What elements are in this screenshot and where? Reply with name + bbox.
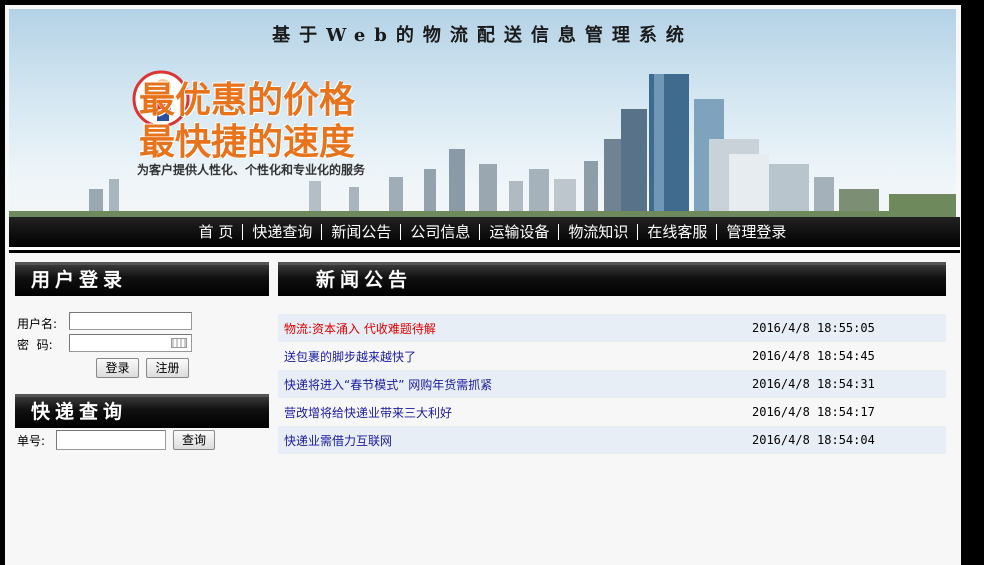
register-button[interactable]: 注册 [146,358,189,378]
news-time: 2016/4/8 18:54:17 [752,405,875,419]
express-query-heading: 快递查询 [15,394,269,428]
news-row: 营改增将给快递业带来三大利好 2016/4/8 18:54:17 [278,398,946,426]
nav-item-news[interactable]: 新闻公告 [321,224,400,240]
keyboard-icon[interactable] [171,338,187,348]
slogan-speed: 最快捷的速度 [139,122,356,163]
news-time: 2016/4/8 18:54:04 [752,433,875,447]
tracking-number-input[interactable] [56,430,166,450]
news-row: 物流:资本涌入 代收难题待解 2016/4/8 18:55:05 [278,314,946,342]
news-list: 物流:资本涌入 代收难题待解 2016/4/8 18:55:05 送包裹的脚步越… [278,314,946,454]
nav-item-express-query[interactable]: 快递查询 [242,224,321,240]
username-input[interactable] [69,312,192,330]
main-nav: 首 页 快递查询 新闻公告 公司信息 运输设备 物流知识 在线客服 管理登录 [9,217,960,250]
news-title-link[interactable]: 送包裹的脚步越来越快了 [278,348,752,365]
username-label: 用户名: [17,317,58,331]
slogan-service: 为客户提供人性化、个性化和专业化的服务 [137,163,366,177]
password-input[interactable] [69,334,192,352]
news-title-link[interactable]: 物流:资本涌入 代收难题待解 [278,320,752,337]
news-title-link[interactable]: 营改增将给快递业带来三大利好 [278,404,752,421]
page: 基于Web的物流配送信息管理系统 最优惠的价格 最快捷的速度 为客户提供人性化、… [5,5,961,565]
header-banner: 基于Web的物流配送信息管理系统 最优惠的价格 最快捷的速度 为客户提供人性化、… [9,9,956,219]
login-button[interactable]: 登录 [96,358,139,378]
password-label: 密 码: [17,338,53,352]
news-time: 2016/4/8 18:55:05 [752,321,875,335]
tracking-number-label: 单号: [17,434,46,448]
news-heading: 新闻公告 [278,262,946,296]
news-row: 快递将进入“春节模式” 网购年货需抓紧 2016/4/8 18:54:31 [278,370,946,398]
query-button[interactable]: 查询 [173,430,215,450]
nav-item-knowledge[interactable]: 物流知识 [558,224,637,240]
nav-item-equipment[interactable]: 运输设备 [479,224,558,240]
news-row: 快递业需借力互联网 2016/4/8 18:54:04 [278,426,946,454]
nav-item-admin-login[interactable]: 管理登录 [716,224,795,240]
news-row: 送包裹的脚步越来越快了 2016/4/8 18:54:45 [278,342,946,370]
news-time: 2016/4/8 18:54:31 [752,377,875,391]
nav-item-company[interactable]: 公司信息 [400,224,479,240]
news-title-link[interactable]: 快递业需借力互联网 [278,432,752,449]
news-title-link[interactable]: 快递将进入“春节模式” 网购年货需抓紧 [278,376,752,393]
nav-item-home[interactable]: 首 页 [190,224,243,240]
login-heading: 用户登录 [15,262,269,296]
nav-item-support[interactable]: 在线客服 [637,224,716,240]
site-title: 基于Web的物流配送信息管理系统 [272,25,693,46]
news-time: 2016/4/8 18:54:45 [752,349,875,363]
